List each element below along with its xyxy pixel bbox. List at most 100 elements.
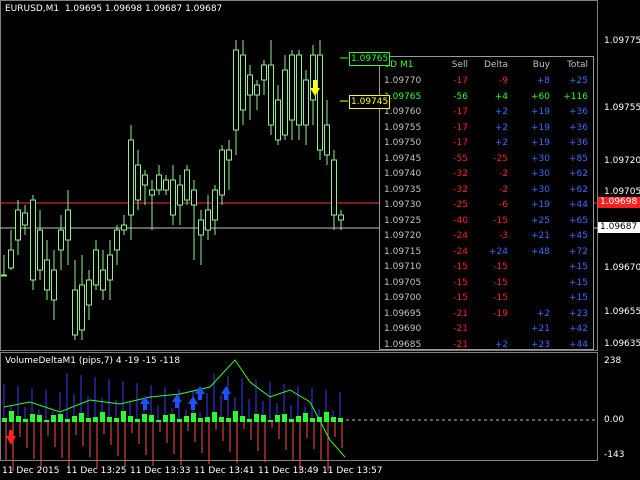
candle-body [212,189,218,221]
delta-bar [121,411,126,422]
buy-cell: +2 [536,308,550,319]
delta-bar [65,419,70,422]
total-cell: +85 [569,153,588,164]
total-cell: +44 [569,200,588,210]
total-cell: +36 [569,107,588,117]
table-header-buy: Buy [532,60,550,70]
sell-cell: -15 [453,293,468,303]
delta-bar [240,416,245,422]
candle-body [289,54,295,121]
candle-body [79,284,85,331]
time-axis-label: 11 Dec 13:41 [194,466,255,476]
price-cell: 1.09765 [384,91,422,102]
delta-bar [331,417,336,422]
delta-bar [72,416,77,422]
candle-body [282,69,288,136]
last-price-tag: 1.09687 [598,222,640,233]
chart-header: EURUSD,M1 1.09695 1.09698 1.09687 1.0968… [5,4,223,14]
price-cell: 1.09685 [384,339,422,350]
total-cell: +15 [569,293,588,303]
candle-body [37,229,43,271]
table-row: 1.09740 -32 -2 +30 +62 [380,166,595,182]
table-row: 1.09735 -32 -2 +30 +62 [380,182,595,198]
delta-bar [9,411,14,422]
total-cell: +36 [569,122,588,133]
total-cell: +23 [569,308,588,319]
price-cell: 1.09755 [384,122,422,133]
price-cell: 1.09745 [384,153,422,164]
table-row: 1.09705 -15 -15 +15 [380,275,595,291]
delta-cell: -2 [499,169,508,179]
delta-bar [107,417,112,422]
candle-body [240,54,246,111]
delta-cell: +2 [494,122,508,133]
sell-cell: -56 [453,91,468,102]
delta-bar [338,418,343,422]
total-cell: +62 [569,169,588,179]
candle-body [205,209,211,231]
buy-cell: +19 [531,107,550,117]
delta-bar [142,414,147,422]
candle-body [317,54,323,151]
sell-cell: -17 [453,76,468,86]
indicator-header: VolumeDeltaM1 (pips,7) 4 -19 -15 -118 [5,356,181,366]
candle-body [22,212,28,226]
indicator-axis-label: 238 [604,356,622,366]
delta-bar [205,417,210,422]
candle-body [275,99,281,141]
candle-body [58,229,64,251]
buy-cell: +8 [536,76,550,86]
candle-body [65,209,71,241]
delta-bar [16,416,21,422]
candle-body [296,54,302,126]
price-cell: 1.09690 [384,324,422,334]
delta-bar [184,416,189,422]
delta-bar [93,417,98,422]
delta-bar [30,414,35,422]
candle-body [72,289,78,336]
price-axis-label: 1.09720 [604,156,640,166]
indicator-svg [0,352,598,472]
price-cell: 1.09710 [384,262,422,272]
delta-bar [289,419,294,422]
delta-cell: -15 [493,262,508,272]
sell-cell: -15 [453,277,468,288]
delta-bar [2,418,7,422]
up-arrow-icon [140,396,150,410]
candle-body [177,184,183,206]
price-cell: 1.09760 [384,107,422,117]
sell-cell: -21 [453,339,468,350]
delta-cell: +2 [494,339,508,350]
price-axis-label: 1.09635 [604,339,640,349]
delta-bar [219,417,224,422]
delta-bar [23,419,28,422]
delta-bar [324,412,329,422]
candle-body [107,254,113,281]
delta-cell: -3 [499,231,508,241]
table-row: 1.09685 -21 +2 +23 +44 [380,337,595,353]
up-arrow-icon [221,386,231,400]
delta-bar [114,418,119,422]
table-row: 1.09745 -55 -25 +30 +85 [380,151,595,167]
table-row: 1.09760 -17 +2 +19 +36 [380,104,595,120]
total-cell: +15 [569,262,588,272]
delta-bar [156,420,161,422]
sell-cell: -40 [453,215,468,226]
candle-body [247,74,253,96]
table-row: 1.09700 -15 -15 +15 [380,290,595,306]
candle-body [226,149,232,161]
delta-bar [310,418,315,422]
sell-cell: -55 [453,153,468,164]
table-row: 1.09770 -17 -9 +8 +25 [380,73,595,89]
price-axis-label: 1.09775 [604,36,640,46]
sell-cell: -24 [453,246,468,257]
delta-bar [198,418,203,422]
delta-cell: -15 [493,277,508,288]
candle-body [261,64,267,81]
volume-delta-indicator[interactable] [0,352,640,480]
delta-bar [247,419,252,422]
candle-body [86,279,92,306]
delta-bar [135,419,140,422]
table-header-vd: VD M1 [384,60,414,70]
price-cell: 1.09695 [384,308,422,319]
